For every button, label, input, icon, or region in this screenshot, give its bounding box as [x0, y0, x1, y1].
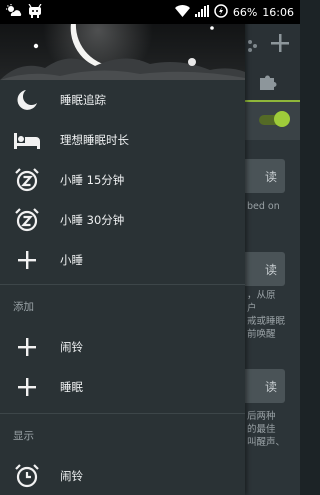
background-text-6: 后两种: [247, 411, 276, 422]
navigation-drawer: 睡眠追踪 理想睡眠时长 小睡 15分钟 小睡 30分钟 小睡 添加 闹铃 睡眠 …: [0, 0, 245, 495]
plus-icon: [14, 374, 40, 400]
background-button-1[interactable]: 读: [245, 159, 285, 193]
menu-item-label: 闹铃: [60, 340, 83, 354]
menu-item-add-alarm[interactable]: 闹铃: [0, 327, 245, 367]
menu-item-show-alarm[interactable]: 闹铃: [0, 456, 245, 495]
section-title-show: 显示: [13, 429, 34, 442]
background-text-1: bed on: [247, 201, 280, 212]
menu-item-label: 睡眠追踪: [60, 93, 106, 107]
section-title-add: 添加: [13, 300, 34, 313]
background-text-7: 的最佳: [247, 424, 276, 435]
menu-item-add-sleep[interactable]: 睡眠: [0, 367, 245, 407]
bed-icon: [14, 127, 40, 153]
weather-icon: [6, 3, 22, 22]
add-icon[interactable]: [270, 32, 290, 58]
status-bar: 66% 16:06: [0, 0, 300, 24]
background-app: 读 bed on 读 ，从原 户 戒或睡眠 前唤醒 读 后两种 的最佳 叫醒声、: [245, 24, 300, 495]
puzzle-icon[interactable]: [258, 72, 278, 96]
background-button-2[interactable]: 读: [245, 252, 285, 286]
plus-icon: [14, 334, 40, 360]
toggle-row: [245, 102, 300, 140]
alarm-clock-icon: [14, 463, 40, 489]
background-toolbar: [245, 24, 300, 102]
menu-item-label: 睡眠: [60, 380, 83, 394]
alarm-z-icon: [14, 167, 40, 193]
alarm-z-icon: [14, 207, 40, 233]
menu-item-sleep-tracking[interactable]: 睡眠追踪: [0, 80, 245, 120]
moon-icon: [14, 87, 40, 113]
menu-item-label: 闹铃: [60, 469, 83, 483]
menu-item-nap-15[interactable]: 小睡 15分钟: [0, 160, 245, 200]
menu-item-label: 小睡 15分钟: [60, 173, 125, 187]
menu-item-label: 理想睡眠时长: [60, 133, 129, 147]
menu-item-nap[interactable]: 小睡: [0, 240, 245, 280]
menu-item-nap-30[interactable]: 小睡 30分钟: [0, 200, 245, 240]
share-icon[interactable]: [247, 38, 257, 57]
menu-item-ideal-sleep[interactable]: 理想睡眠时长: [0, 120, 245, 160]
signal-icon: [194, 4, 209, 20]
menu-item-label: 小睡: [60, 253, 83, 267]
background-text-5: 前唤醒: [247, 329, 276, 340]
notification-icon: [28, 3, 42, 22]
plus-icon: [14, 247, 40, 273]
background-text-8: 叫醒声、: [247, 437, 286, 448]
battery-icon: [214, 3, 228, 21]
battery-percent: 66%: [232, 5, 258, 19]
background-text-2: ，从原: [247, 290, 276, 301]
drawer-menu: 睡眠追踪 理想睡眠时长 小睡 15分钟 小睡 30分钟 小睡 添加 闹铃 睡眠 …: [0, 80, 245, 495]
menu-item-label: 小睡 30分钟: [60, 213, 125, 227]
background-button-3[interactable]: 读: [245, 369, 285, 403]
background-text-3: 户: [247, 303, 257, 314]
wifi-icon: [174, 4, 190, 20]
background-text-4: 戒或睡眠: [247, 316, 286, 327]
toggle-knob[interactable]: [274, 111, 290, 127]
clock: 16:06: [262, 5, 294, 19]
